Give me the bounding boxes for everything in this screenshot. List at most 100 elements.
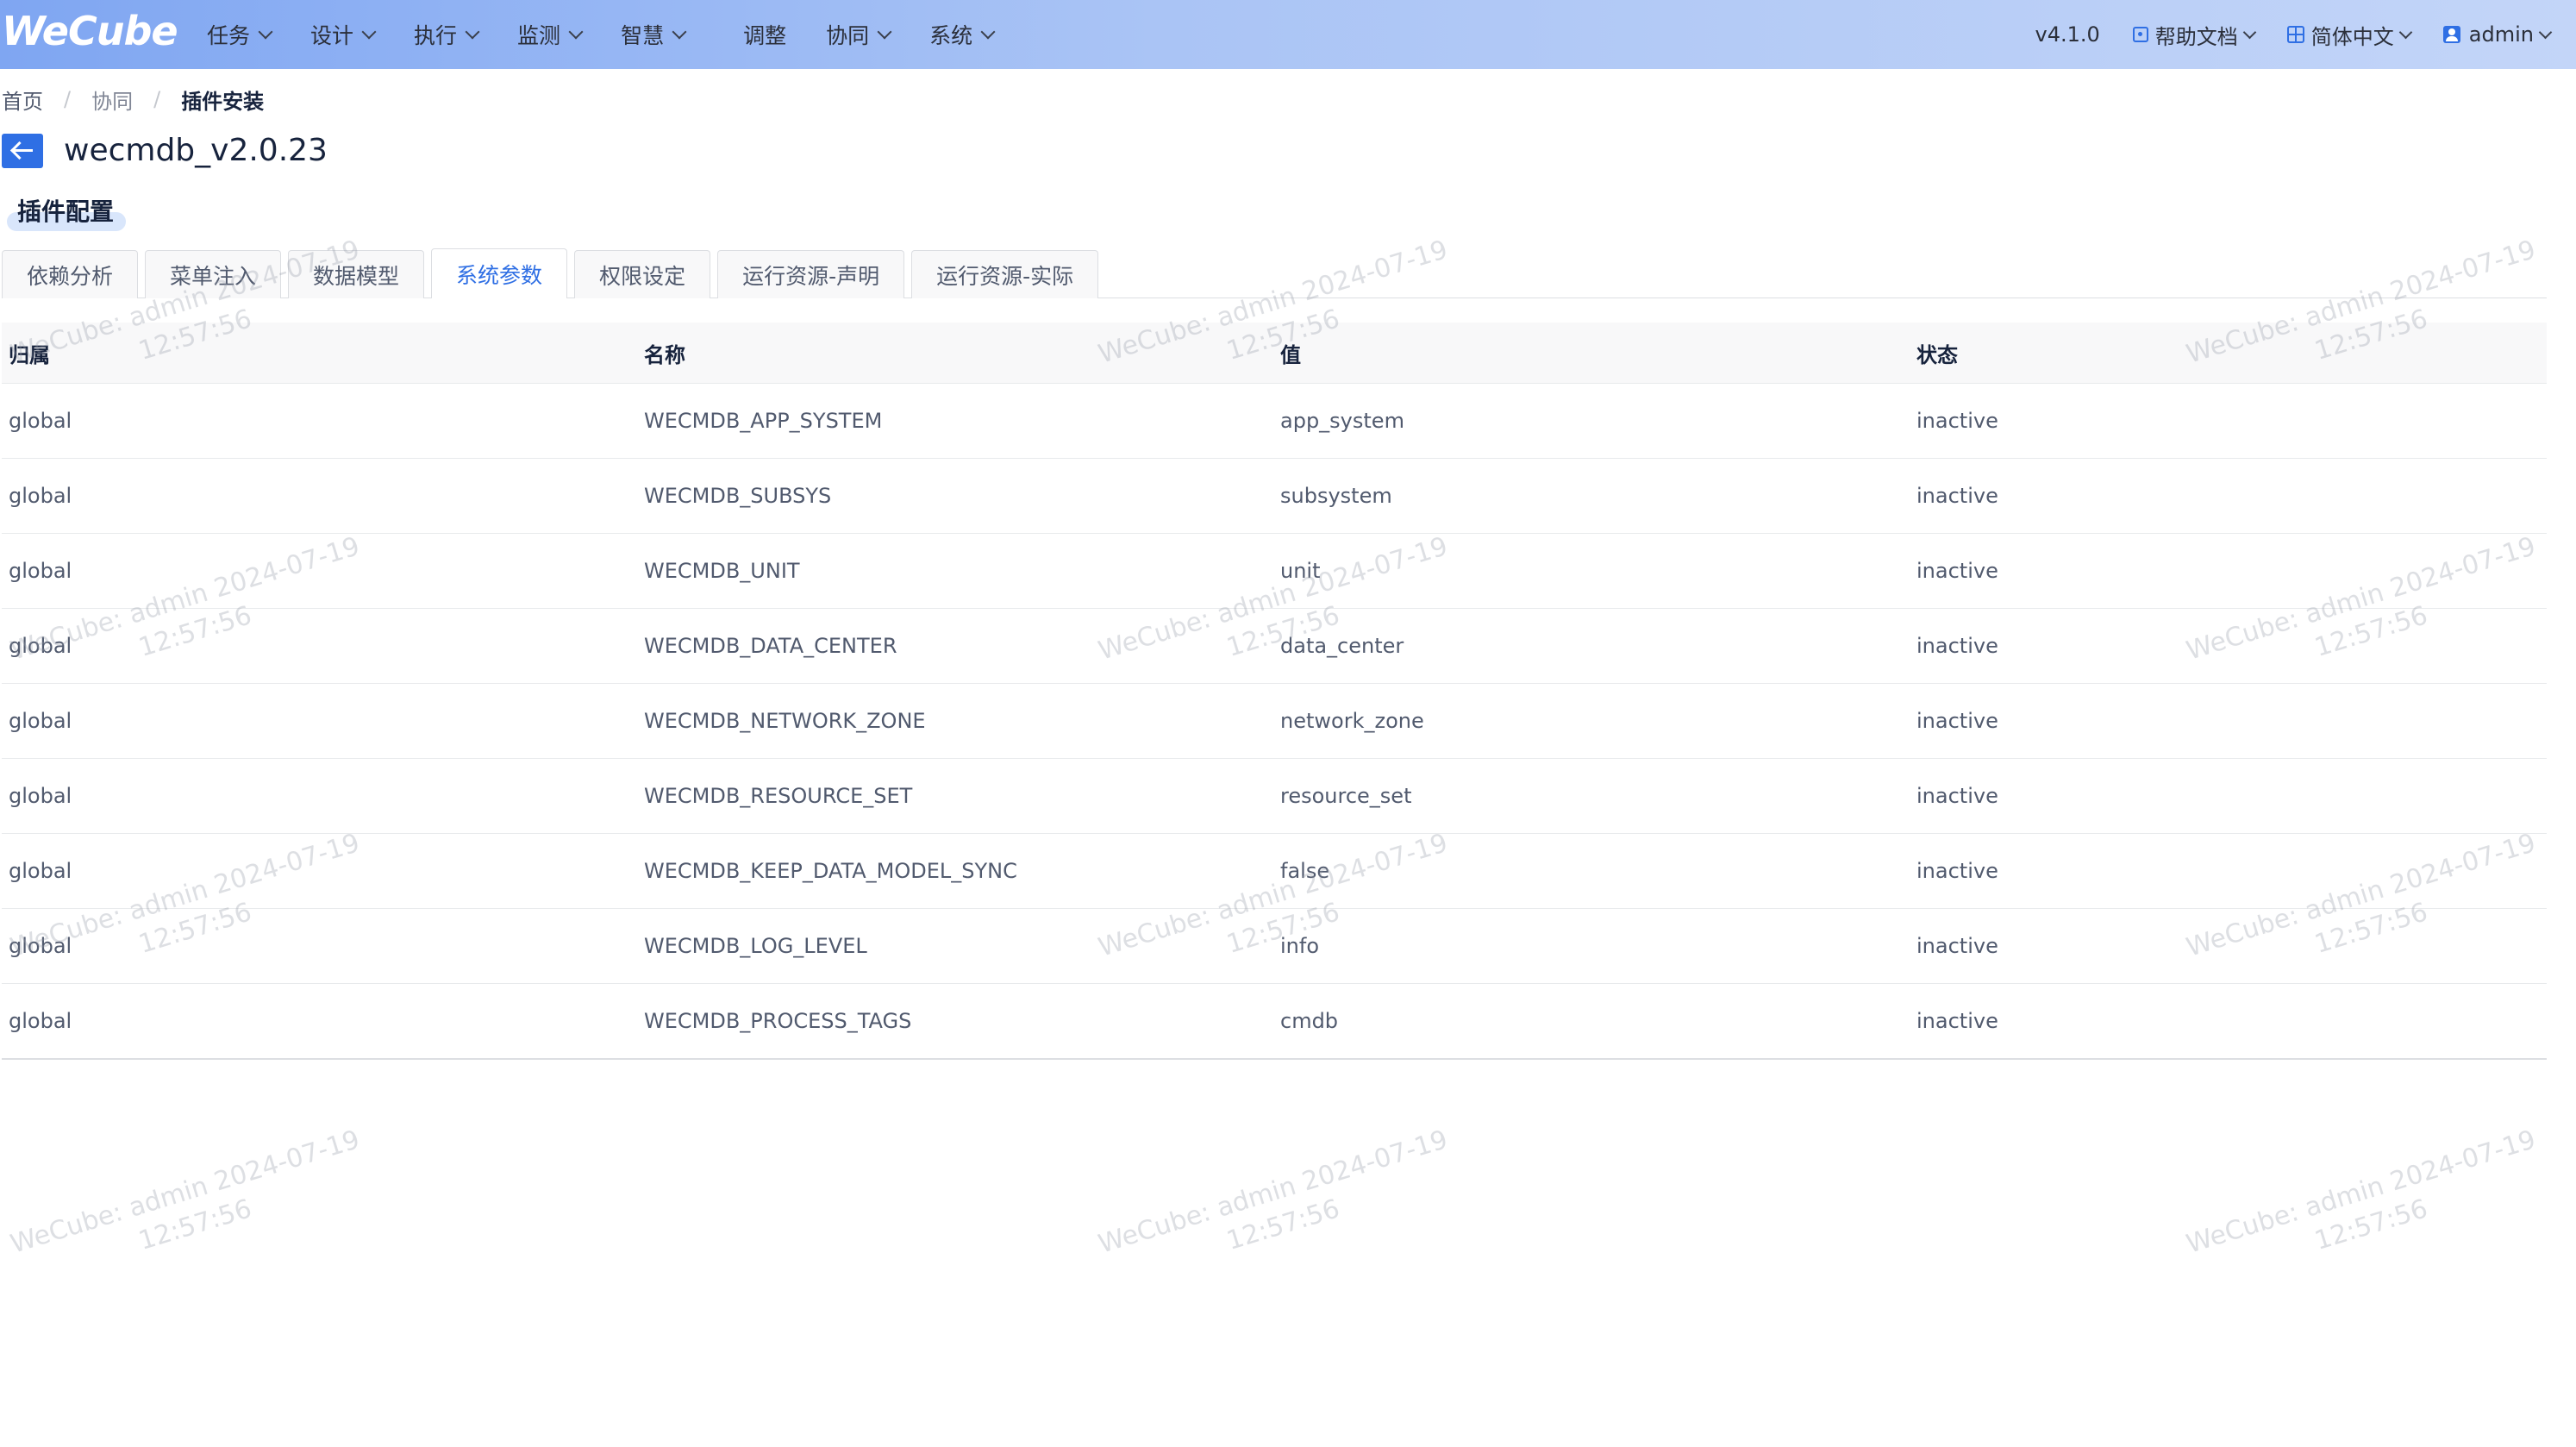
cell-value: subsystem <box>1280 484 1392 508</box>
nav-item-label: 设计 <box>310 23 354 48</box>
cell-name: WECMDB_PROCESS_TAGS <box>644 1009 912 1033</box>
wecube-logo[interactable]: WeCube <box>2 5 178 57</box>
table-row: global WECMDB_LOG_LEVEL info inactive <box>2 909 2547 984</box>
nav-item-label: 任务 <box>207 23 251 48</box>
table-row: global WECMDB_DATA_CENTER data_center in… <box>2 609 2547 684</box>
nav-item-label: 调整 <box>743 23 787 48</box>
tab-menu-injection[interactable]: 菜单注入 <box>145 250 282 298</box>
breadcrumb-collaborate[interactable]: 协同 <box>91 85 133 115</box>
cell-value: app_system <box>1280 409 1404 433</box>
nav-item-adjust[interactable]: 调整 <box>743 19 786 50</box>
watermark-line: 12:57:56 <box>1222 1193 1343 1257</box>
help-docs-menu[interactable]: 帮助文档 <box>2132 20 2257 50</box>
cell-name: WECMDB_RESOURCE_SET <box>644 784 913 808</box>
cell-scope: global <box>9 559 72 583</box>
watermark-line: WeCube: admin 2024-07-19 <box>7 1124 364 1260</box>
chevron-down-icon <box>568 24 584 40</box>
cell-name: WECMDB_APP_SYSTEM <box>644 409 883 433</box>
arrow-left-icon-shaft <box>12 149 33 152</box>
system-params-table: 归属 名称 值 状态 global WECMDB_APP_SYSTEM app_… <box>2 323 2547 1060</box>
cell-value: network_zone <box>1280 709 1424 733</box>
chevron-down-icon <box>2398 25 2413 39</box>
nav-item-label: 系统 <box>929 23 973 48</box>
nav-right-area: v4.1.0 帮助文档 简体中文 admin <box>2003 0 2553 69</box>
cell-status: inactive <box>1916 484 1998 508</box>
breadcrumb-current: 插件安装 <box>181 89 265 114</box>
cell-scope: global <box>9 934 72 958</box>
breadcrumb-separator: / <box>153 87 161 111</box>
version-text: v4.1.0 <box>2035 22 2100 47</box>
chevron-down-icon <box>672 24 687 40</box>
help-docs-icon <box>2132 27 2148 42</box>
nav-item-collaborate[interactable]: 协同 <box>826 19 892 50</box>
table-row: global WECMDB_UNIT unit inactive <box>2 534 2547 609</box>
watermark: WeCube: admin 2024-07-19 12:57:56 <box>1095 1123 1462 1295</box>
back-button[interactable] <box>2 134 43 168</box>
nav-item-label: 协同 <box>826 23 870 48</box>
tab-permission-settings[interactable]: 权限设定 <box>574 250 711 298</box>
cell-status: inactive <box>1916 709 1998 733</box>
cell-scope: global <box>9 784 72 808</box>
cell-status: inactive <box>1916 634 1998 658</box>
nav-item-design[interactable]: 设计 <box>310 19 377 50</box>
chevron-down-icon <box>2538 25 2553 39</box>
column-header-status: 状态 <box>1916 342 1958 367</box>
version-label: v4.1.0 <box>2035 22 2100 47</box>
cell-scope: global <box>9 1009 72 1033</box>
watermark-line: WeCube: admin 2024-07-19 <box>2183 1124 2540 1260</box>
cell-status: inactive <box>1916 1009 1998 1033</box>
page-title: wecmdb_v2.0.23 <box>64 133 328 168</box>
tab-runtime-resources-actual[interactable]: 运行资源-实际 <box>911 250 1099 298</box>
breadcrumb-separator: / <box>64 87 72 111</box>
cell-scope: global <box>9 409 72 433</box>
cell-value: false <box>1280 859 1330 883</box>
language-label: 简体中文 <box>2310 24 2394 49</box>
nav-item-intelligence[interactable]: 智慧 <box>621 19 687 50</box>
column-header-scope: 归属 <box>9 342 50 367</box>
nav-item-label: 执行 <box>414 23 458 48</box>
nav-item-label: 监测 <box>517 23 561 48</box>
watermark-line: 12:57:56 <box>2310 1193 2431 1257</box>
watermark-line: WeCube: admin 2024-07-19 <box>1095 1124 1452 1260</box>
table-row: global WECMDB_KEEP_DATA_MODEL_SYNC false… <box>2 834 2547 909</box>
cell-name: WECMDB_DATA_CENTER <box>644 634 897 658</box>
language-menu[interactable]: 简体中文 <box>2286 20 2413 50</box>
tab-dependency-analysis[interactable]: 依赖分析 <box>2 250 139 298</box>
cell-name: WECMDB_UNIT <box>644 559 800 583</box>
nav-item-task[interactable]: 任务 <box>207 19 273 50</box>
top-nav-bar: WeCube 任务 设计 执行 监测 智慧 调整 协同 系统 v4.1.0 帮助… <box>0 0 2576 69</box>
chevron-down-icon <box>2242 25 2257 39</box>
cell-value: unit <box>1280 559 1321 583</box>
cell-status: inactive <box>1916 784 1998 808</box>
cell-value: cmdb <box>1280 1009 1339 1033</box>
table-row: global WECMDB_RESOURCE_SET resource_set … <box>2 759 2547 834</box>
nav-item-execute[interactable]: 执行 <box>414 19 480 50</box>
chevron-down-icon <box>465 24 480 40</box>
nav-item-monitor[interactable]: 监测 <box>517 19 584 50</box>
cell-scope: global <box>9 709 72 733</box>
user-label: admin <box>2468 22 2534 47</box>
breadcrumb: 首页 / 协同 / 插件安装 <box>2 85 264 114</box>
cell-value: data_center <box>1280 634 1404 658</box>
watermark-line: 12:57:56 <box>134 1193 255 1257</box>
tab-runtime-resources-declared[interactable]: 运行资源-声明 <box>717 250 905 298</box>
main-menu: 任务 设计 执行 监测 智慧 调整 协同 系统 <box>207 0 1033 69</box>
chevron-down-icon <box>361 24 377 40</box>
config-tabs: 依赖分析 菜单注入 数据模型 系统参数 权限设定 运行资源-声明 运行资源-实际 <box>2 248 1105 298</box>
table-row: global WECMDB_NETWORK_ZONE network_zone … <box>2 684 2547 759</box>
tab-data-model[interactable]: 数据模型 <box>288 250 425 298</box>
nav-item-system[interactable]: 系统 <box>929 19 996 50</box>
cell-value: resource_set <box>1280 784 1412 808</box>
cell-status: inactive <box>1916 409 1998 433</box>
breadcrumb-home[interactable]: 首页 <box>2 85 43 115</box>
cell-scope: global <box>9 484 72 508</box>
user-menu[interactable]: admin <box>2442 22 2553 47</box>
cell-status: inactive <box>1916 934 1998 958</box>
cell-scope: global <box>9 859 72 883</box>
chevron-down-icon <box>258 24 273 40</box>
table-row: global WECMDB_APP_SYSTEM app_system inac… <box>2 384 2547 459</box>
chevron-down-icon <box>980 24 996 40</box>
section-label: 插件配置 <box>17 197 115 226</box>
language-icon <box>2286 26 2304 43</box>
tab-system-params[interactable]: 系统参数 <box>431 248 568 298</box>
